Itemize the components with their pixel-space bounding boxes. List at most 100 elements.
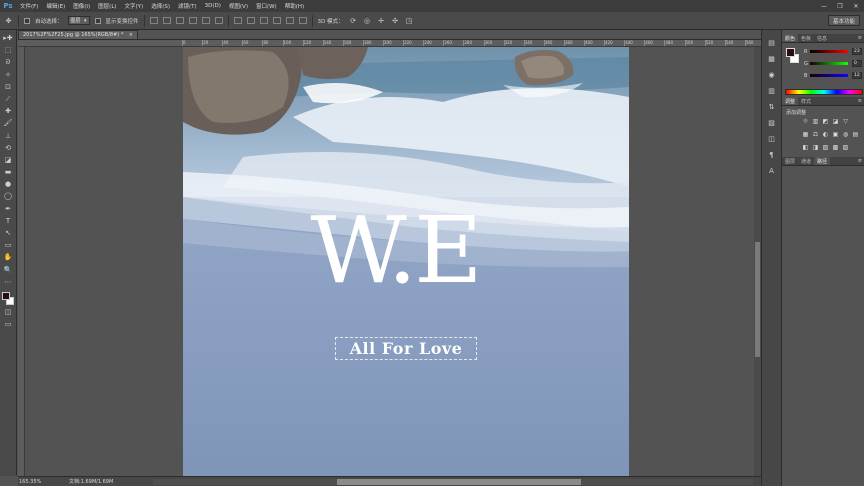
text-selection-box[interactable]: All For Love: [335, 337, 477, 360]
align-right-icon[interactable]: [214, 17, 223, 24]
character-panel-icon[interactable]: A: [767, 166, 777, 176]
tab-color[interactable]: 颜色: [782, 34, 799, 42]
move-tool-preset-icon[interactable]: ✥: [4, 16, 13, 25]
clone-source-panel-icon[interactable]: ⇅: [767, 102, 777, 112]
green-slider[interactable]: G 0: [804, 59, 864, 68]
align-top-icon[interactable]: [149, 17, 158, 24]
green-track[interactable]: [810, 62, 848, 65]
3d-scale-icon[interactable]: ◳: [405, 16, 414, 25]
menu-type[interactable]: 文字(Y): [121, 2, 148, 10]
quick-select-tool-icon[interactable]: ✧: [3, 71, 13, 80]
layer-comps-panel-icon[interactable]: ◫: [767, 134, 777, 144]
we-logo-text[interactable]: W.E: [293, 205, 497, 297]
3d-pan-icon[interactable]: ✛: [377, 16, 386, 25]
channel-mixer-icon[interactable]: ◍: [842, 131, 849, 138]
tab-channels[interactable]: 通道: [798, 157, 814, 165]
distribute-right-icon[interactable]: [298, 17, 307, 24]
color-lookup-icon[interactable]: ▤: [852, 131, 859, 138]
type-tool-icon[interactable]: T: [3, 217, 13, 226]
marquee-tool-icon[interactable]: ⬚: [3, 46, 13, 55]
brush-presets-panel-icon[interactable]: ▥: [767, 86, 777, 96]
horizontal-scrollbar-thumb[interactable]: [337, 479, 581, 485]
brush-tool-icon[interactable]: 🖌: [3, 119, 13, 128]
distribute-hcenter-icon[interactable]: [285, 17, 294, 24]
color-balance-icon[interactable]: ⚖: [812, 131, 819, 138]
vertical-ruler[interactable]: [18, 47, 25, 476]
tab-paths[interactable]: 路径: [814, 157, 831, 165]
history-panel-icon[interactable]: ▤: [767, 38, 777, 48]
color-panel-swatches[interactable]: [786, 48, 800, 64]
move-tool-icon[interactable]: ▸✚: [3, 34, 13, 43]
tagline-text[interactable]: All For Love: [350, 339, 463, 358]
menu-window[interactable]: 窗口(W): [252, 2, 281, 10]
canvas-area[interactable]: W.E All For Love: [25, 47, 754, 476]
distribute-bottom-icon[interactable]: [259, 17, 268, 24]
invert-icon[interactable]: ◧: [802, 144, 809, 151]
tab-adjustments[interactable]: 调整: [782, 97, 799, 105]
black-white-icon[interactable]: ◐: [822, 131, 829, 138]
color-swatches[interactable]: [2, 291, 14, 305]
brush-panel-icon[interactable]: ◉: [767, 70, 777, 80]
gradient-map-icon[interactable]: ▩: [832, 144, 839, 151]
red-slider[interactable]: R 23: [804, 47, 864, 56]
menu-file[interactable]: 文件(F): [16, 2, 42, 10]
healing-brush-tool-icon[interactable]: ✚: [3, 107, 13, 116]
menu-edit[interactable]: 编辑(E): [42, 2, 69, 10]
exposure-icon[interactable]: ◪: [832, 118, 839, 125]
crop-tool-icon[interactable]: ⊡: [3, 83, 13, 92]
document-size-info[interactable]: 文档:1.69M/1.69M: [69, 478, 113, 485]
more-tools-icon[interactable]: ⋯: [3, 278, 13, 287]
blue-value-field[interactable]: 12: [852, 72, 862, 79]
blue-track[interactable]: [810, 74, 848, 77]
clone-stamp-tool-icon[interactable]: ⊥: [3, 132, 13, 141]
pen-tool-icon[interactable]: ✒: [3, 205, 13, 214]
color-spectrum-bar[interactable]: [785, 89, 863, 95]
foreground-color-swatch[interactable]: [2, 291, 10, 300]
curves-icon[interactable]: ◩: [822, 118, 829, 125]
eyedropper-tool-icon[interactable]: ⟋: [3, 95, 13, 104]
blur-tool-icon[interactable]: ●: [3, 180, 13, 189]
posterize-icon[interactable]: ◨: [812, 144, 819, 151]
beach-photo[interactable]: W.E All For Love: [183, 47, 629, 476]
panel-menu-icon[interactable]: ≡: [858, 97, 864, 105]
align-vcenter-icon[interactable]: [162, 17, 171, 24]
align-bottom-icon[interactable]: [175, 17, 184, 24]
tab-layers[interactable]: 图层: [782, 157, 798, 165]
hue-saturation-icon[interactable]: ▦: [802, 131, 809, 138]
history-brush-tool-icon[interactable]: ⟲: [3, 144, 13, 153]
quick-mask-icon[interactable]: ◫: [3, 308, 13, 317]
tab-styles[interactable]: 样式: [798, 97, 814, 105]
path-select-tool-icon[interactable]: ↖: [3, 229, 13, 238]
menu-image[interactable]: 图像(I): [69, 2, 94, 10]
selective-color-icon[interactable]: ▧: [842, 144, 849, 151]
paths-panel-body[interactable]: [782, 167, 864, 486]
green-value-field[interactable]: 0: [852, 60, 862, 67]
menu-help[interactable]: 帮助(H): [281, 2, 308, 10]
brightness-icon[interactable]: ☼: [802, 118, 809, 125]
panel-menu-icon[interactable]: ≡: [858, 157, 864, 165]
close-button[interactable]: ✕: [848, 0, 864, 12]
3d-roll-icon[interactable]: ◎: [363, 16, 372, 25]
levels-icon[interactable]: ▥: [812, 118, 819, 125]
horizontal-scrollbar[interactable]: [153, 479, 753, 485]
hand-tool-icon[interactable]: ✋: [3, 253, 13, 262]
close-icon[interactable]: ×: [129, 32, 133, 38]
dodge-tool-icon[interactable]: ◯: [3, 192, 13, 201]
properties-panel-icon[interactable]: ▦: [767, 54, 777, 64]
menu-view[interactable]: 视图(V): [225, 2, 252, 10]
screen-mode-icon[interactable]: ▭: [3, 320, 13, 329]
tool-presets-panel-icon[interactable]: ▧: [767, 118, 777, 128]
red-track[interactable]: [810, 50, 848, 53]
align-left-icon[interactable]: [188, 17, 197, 24]
3d-rotate-icon[interactable]: ⟳: [349, 16, 358, 25]
workspace-selector[interactable]: 基本功能: [827, 15, 860, 26]
shape-tool-icon[interactable]: ▭: [3, 241, 13, 250]
panel-menu-icon[interactable]: ≡: [858, 34, 864, 42]
gradient-tool-icon[interactable]: ▬: [3, 168, 13, 177]
align-hcenter-icon[interactable]: [201, 17, 210, 24]
lasso-tool-icon[interactable]: ᘐ: [3, 58, 13, 67]
eraser-tool-icon[interactable]: ◪: [3, 156, 13, 165]
vertical-scrollbar-thumb[interactable]: [755, 242, 760, 357]
menu-3d[interactable]: 3D(D): [201, 3, 225, 9]
menu-layer[interactable]: 图层(L): [94, 2, 120, 10]
